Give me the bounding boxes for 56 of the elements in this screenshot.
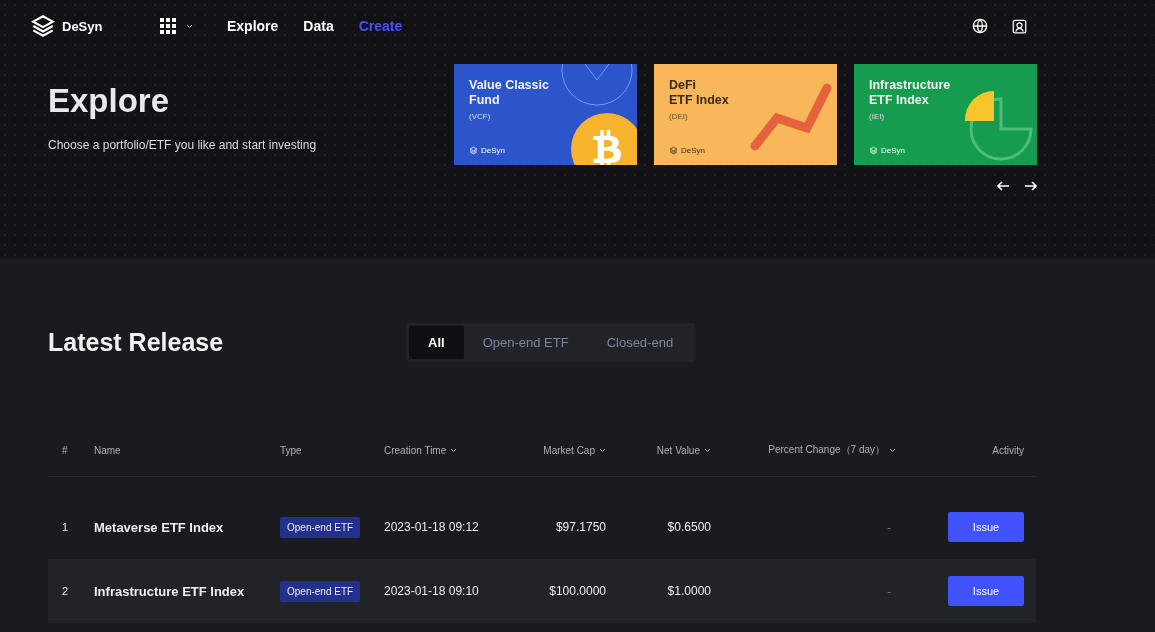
logo-icon	[469, 146, 478, 155]
logo-icon	[869, 146, 878, 155]
logo-icon	[669, 146, 678, 155]
row-index: 2	[62, 585, 70, 597]
nav-link[interactable]: Create	[358, 18, 403, 34]
row-index: 1	[62, 521, 70, 533]
fund-card[interactable]: Infrastructure ETF Index (IEI) DeSyn	[854, 64, 1037, 165]
user-icon[interactable]	[1012, 18, 1027, 34]
grid-menu-icon[interactable]	[160, 18, 176, 34]
percent-change: -	[886, 585, 892, 597]
filter-tab[interactable]: All	[409, 326, 464, 359]
card-brand: DeSyn	[481, 146, 505, 155]
card-brand: DeSyn	[681, 146, 705, 155]
market-cap: $100.0000	[548, 584, 606, 598]
nav-link[interactable]: Explore	[227, 18, 279, 34]
column-header: Name	[94, 444, 122, 456]
filter-tab[interactable]: Open-end ETF	[463, 326, 588, 359]
card-title: DeFi ETF Index	[669, 78, 729, 108]
card-title: Value Classic Fund	[469, 78, 549, 108]
card-code: (VCF)	[469, 112, 492, 121]
page-title: Explore	[48, 82, 171, 120]
type-tag: Open-end ETF	[280, 516, 361, 538]
brand-name: DeSyn	[62, 18, 103, 34]
issue-button[interactable]: Issue	[948, 576, 1024, 606]
fund-name[interactable]: Metaverse ETF Index	[94, 519, 280, 535]
card-title: Infrastructure ETF Index	[869, 78, 951, 108]
column-header[interactable]: Net Value	[606, 444, 711, 456]
fund-card[interactable]: Value Classic Fund (VCF) DeSyn	[454, 64, 637, 165]
percent-change: -	[886, 521, 892, 533]
market-cap: $97.1750	[554, 520, 606, 534]
column-header[interactable]: Percent Change（7 day）	[711, 443, 896, 457]
nav-link[interactable]: Data	[303, 18, 334, 34]
arrow-left-icon	[997, 181, 1010, 191]
column-header: #	[62, 444, 69, 456]
type-tag: Open-end ETF	[280, 580, 361, 602]
net-value: $0.6500	[666, 520, 711, 534]
circle-chevron-drawing	[561, 64, 633, 106]
card-code: (DEI)	[669, 112, 689, 121]
logo-icon	[30, 13, 56, 39]
card-brand: DeSyn	[881, 146, 905, 155]
column-header[interactable]: Creation Time	[384, 444, 514, 456]
section-title: Latest Release	[48, 328, 225, 357]
arrow-right-icon	[1024, 181, 1037, 191]
filter-tab[interactable]: Closed-end	[587, 326, 693, 359]
column-header[interactable]: Market Cap	[514, 444, 606, 456]
issue-button[interactable]: Issue	[948, 512, 1024, 542]
fund-card[interactable]: DeFi ETF Index (DEI) DeSyn	[654, 64, 837, 165]
creation-time: 2023-01-18 09:12	[384, 520, 480, 534]
column-header: Activity	[991, 444, 1024, 456]
page-subtitle: Choose a portfolio/ETF you like and start investing	[48, 138, 318, 152]
net-value: $1.0000	[666, 584, 711, 598]
creation-time: 2023-01-18 09:10	[384, 584, 480, 598]
globe-icon[interactable]	[972, 18, 988, 34]
column-header: Type	[280, 444, 303, 456]
fund-name[interactable]: Infrastructure ETF Index	[94, 583, 280, 599]
card-code: (IEI)	[869, 112, 886, 121]
